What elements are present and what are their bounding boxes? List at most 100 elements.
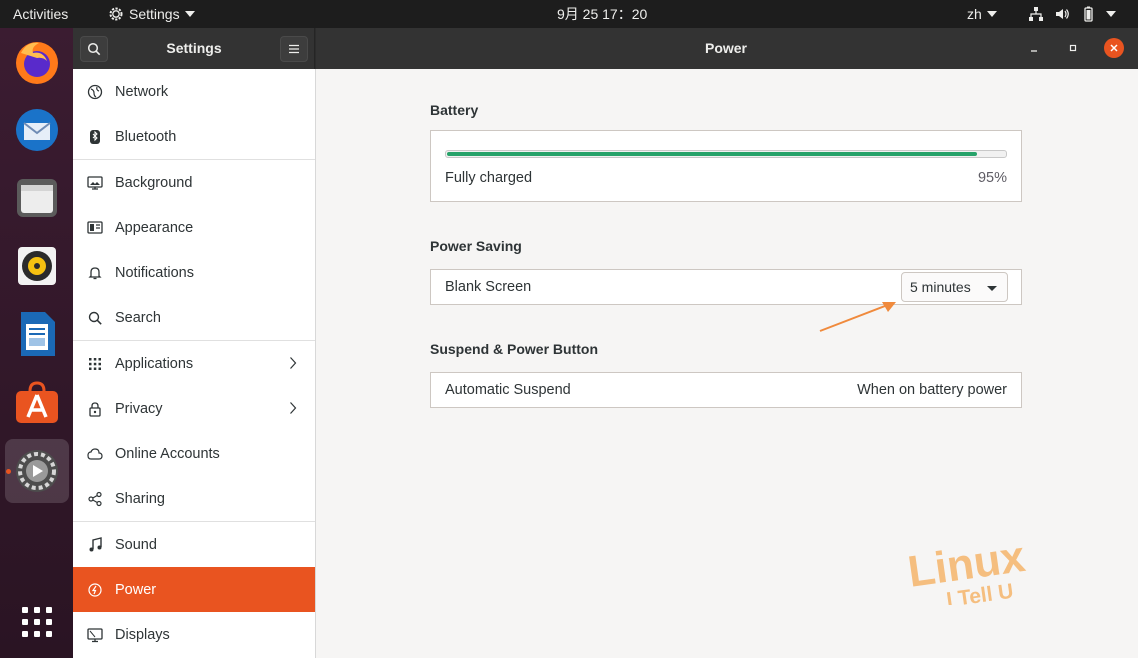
chevron-down-icon [1106, 11, 1116, 17]
dock-rhythmbox[interactable] [5, 234, 69, 298]
music-note-icon [87, 536, 103, 553]
power-saving-frame: Blank Screen 5 minutes [430, 269, 1022, 305]
thunderbird-icon [16, 109, 58, 151]
top-bar: Activities Settings 9月 25 17：20 zh [0, 0, 1138, 28]
battery-frame: Fully charged 95% [430, 130, 1022, 202]
hamburger-menu-icon [289, 44, 299, 54]
dock-files[interactable] [5, 166, 69, 230]
sidebar-item-bluetooth[interactable]: Bluetooth [73, 114, 315, 159]
watermark-logo: Linux I Tell U [905, 532, 1029, 605]
chevron-right-icon [290, 357, 297, 369]
sidebar-item-privacy[interactable]: Privacy [73, 386, 315, 431]
running-indicator [6, 469, 11, 474]
automatic-suspend-row[interactable]: Automatic Suspend When on battery power [430, 372, 1022, 408]
sidebar-item-label: Online Accounts [115, 445, 220, 462]
chevron-down-icon [986, 11, 997, 17]
dock-settings[interactable] [5, 439, 69, 503]
primary-menu-button[interactable] [280, 36, 308, 62]
sidebar-item-label: Notifications [115, 264, 194, 281]
app-menu-label: Settings [129, 6, 180, 22]
sidebar-item-label: Sharing [115, 490, 165, 507]
sidebar-item-label: Sound [115, 536, 157, 553]
sidebar-item-label: Search [115, 309, 161, 326]
rhythmbox-icon [18, 247, 56, 285]
maximize-icon [1069, 44, 1077, 52]
settings-icon [16, 450, 58, 492]
sidebar-item-applications[interactable]: Applications [73, 341, 315, 386]
libreoffice-writer-icon [21, 312, 55, 356]
sidebar-item-appearance[interactable]: Appearance [73, 205, 315, 250]
sidebar-item-notifications[interactable]: Notifications [73, 250, 315, 295]
battery-icon [1084, 6, 1093, 22]
automatic-suspend-value: When on battery power [857, 382, 1007, 398]
minimize-icon [1031, 50, 1037, 52]
sidebar-item-label: Network [115, 83, 169, 100]
maximize-button[interactable] [1063, 38, 1083, 58]
network-wired-icon [1029, 7, 1043, 21]
content-header: Power [316, 28, 1138, 69]
sidebar-item-label: Power [115, 581, 157, 598]
close-icon [1110, 44, 1118, 52]
dock-writer[interactable] [5, 302, 69, 366]
sidebar-item-label: Displays [115, 626, 170, 643]
minimize-button[interactable] [1024, 38, 1044, 58]
app-menu[interactable]: Settings [108, 0, 195, 28]
sidebar-header: Settings [73, 28, 315, 69]
settings-sidebar: Network Bluetooth Background Appearance … [73, 69, 316, 658]
input-language-menu[interactable]: zh [967, 0, 997, 28]
blank-screen-value: 5 minutes [910, 279, 971, 295]
blank-screen-dropdown[interactable]: 5 minutes [901, 272, 1008, 302]
sidebar-item-label: Applications [115, 355, 194, 372]
battery-status: Fully charged [445, 170, 533, 186]
sidebar-item-displays[interactable]: Displays [73, 612, 315, 657]
battery-level-fill [447, 152, 977, 156]
power-icon [87, 582, 103, 598]
display-background-icon [87, 175, 103, 191]
sidebar-item-network[interactable]: Network [73, 69, 315, 114]
dock-ubuntu-software[interactable] [5, 370, 69, 434]
bluetooth-icon [87, 129, 103, 145]
network-icon [87, 84, 103, 100]
gear-icon [109, 7, 123, 21]
sidebar-item-search[interactable]: Search [73, 295, 315, 340]
dock-show-apps[interactable] [5, 590, 69, 654]
lock-icon [87, 401, 103, 417]
battery-percentage: 95% [977, 170, 1007, 186]
dock-thunderbird[interactable] [5, 98, 69, 162]
blank-screen-label: Blank Screen [445, 279, 532, 295]
app-grid-icon [87, 356, 103, 372]
clock[interactable]: 9月 25 17：20 [557, 0, 647, 28]
dock [0, 28, 73, 658]
close-button[interactable] [1104, 38, 1124, 58]
chevron-down-icon [987, 286, 997, 291]
sidebar-item-background[interactable]: Background [73, 160, 315, 205]
chevron-right-icon [290, 402, 297, 414]
cloud-icon [87, 446, 103, 462]
sidebar-item-sound[interactable]: Sound [73, 522, 315, 567]
dock-firefox[interactable] [5, 31, 69, 95]
sidebar-item-power[interactable]: Power [73, 567, 315, 612]
sidebar-item-label: Bluetooth [115, 128, 177, 145]
show-apps-icon [22, 607, 52, 637]
sidebar-item-label: Appearance [115, 219, 194, 236]
suspend-section-title: Suspend & Power Button [430, 341, 598, 357]
power-saving-section-title: Power Saving [430, 238, 522, 254]
page-title: Power [704, 40, 747, 56]
annotation-arrow [819, 302, 896, 332]
system-menu[interactable] [1028, 0, 1116, 28]
sidebar-title: Settings [166, 40, 222, 56]
automatic-suspend-label: Automatic Suspend [445, 382, 571, 398]
files-icon [17, 179, 57, 217]
monitor-icon [87, 627, 103, 643]
activities-button[interactable]: Activities [13, 0, 68, 28]
battery-section-title: Battery [430, 102, 479, 118]
sidebar-item-sharing[interactable]: Sharing [73, 476, 315, 521]
firefox-icon [16, 42, 58, 84]
ubuntu-software-icon [16, 381, 58, 423]
sidebar-item-online-accounts[interactable]: Online Accounts [73, 431, 315, 476]
bell-icon [87, 265, 103, 281]
sidebar-item-label: Background [115, 174, 193, 191]
battery-level-bar [445, 150, 1007, 158]
sidebar-item-label: Privacy [115, 400, 163, 417]
appearance-icon [87, 220, 103, 236]
